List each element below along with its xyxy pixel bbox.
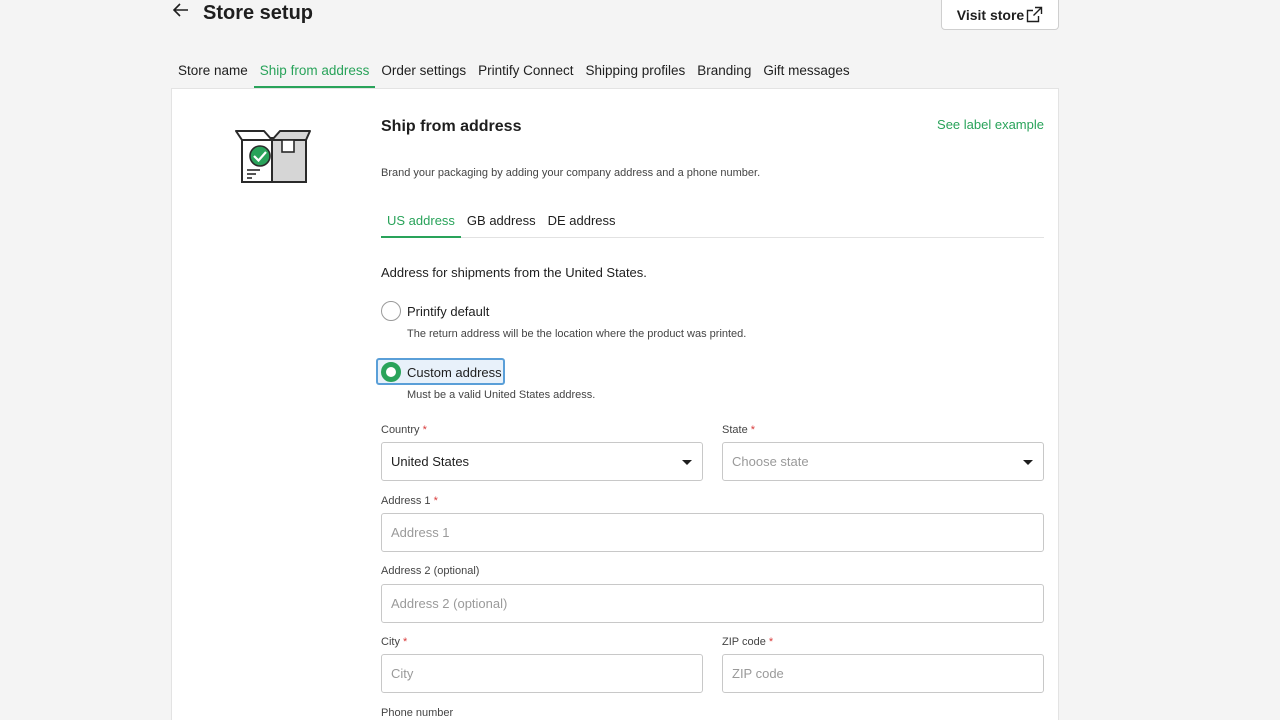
printify-default-option[interactable]: Printify default: [381, 301, 489, 321]
custom-address-radio[interactable]: [381, 362, 401, 382]
state-label: State *: [722, 424, 756, 436]
tab-shipping-profiles[interactable]: Shipping profiles: [579, 56, 691, 88]
custom-address-help: Must be a valid United States address.: [407, 389, 596, 401]
state-placeholder: Choose state: [732, 454, 809, 469]
tab-gift-messages[interactable]: Gift messages: [757, 56, 855, 88]
printify-default-radio[interactable]: [381, 301, 401, 321]
city-input[interactable]: City: [381, 654, 703, 693]
country-select[interactable]: United States: [381, 442, 703, 481]
visit-store-button[interactable]: Visit store: [941, 0, 1059, 30]
country-value: United States: [391, 454, 470, 469]
tab-de-address[interactable]: DE address: [542, 206, 622, 238]
section-title: Ship from address: [381, 118, 522, 135]
address1-label: Address 1 *: [381, 495, 438, 507]
zip-label: ZIP code *: [722, 636, 774, 648]
tab-printify-connect[interactable]: Printify Connect: [472, 56, 579, 88]
back-arrow-icon[interactable]: [172, 1, 190, 19]
tab-us-address[interactable]: US address: [381, 206, 461, 238]
package-box-icon: [235, 130, 311, 183]
tab-gb-address[interactable]: GB address: [461, 206, 542, 238]
shipments-description: Address for shipments from the United St…: [381, 265, 647, 280]
tab-branding[interactable]: Branding: [691, 56, 757, 88]
tab-ship-from-address[interactable]: Ship from address: [253, 56, 376, 88]
external-link-icon: [1027, 6, 1043, 23]
see-label-example-link[interactable]: See label example: [937, 117, 1044, 132]
country-label: Country *: [381, 424, 427, 436]
address2-label: Address 2 (optional): [381, 565, 480, 577]
tab-store-name[interactable]: Store name: [172, 56, 254, 88]
visit-store-label: Visit store: [956, 7, 1025, 23]
custom-address-option[interactable]: Custom address: [381, 362, 502, 382]
custom-address-label: Custom address: [407, 364, 502, 380]
address1-input[interactable]: Address 1: [381, 513, 1044, 552]
tab-order-settings[interactable]: Order settings: [375, 56, 472, 88]
zip-input[interactable]: ZIP code: [722, 654, 1044, 693]
chevron-down-icon: [682, 460, 692, 465]
printify-default-label: Printify default: [407, 303, 490, 319]
address-region-tabs: US address GB address DE address: [381, 206, 1044, 238]
chevron-down-icon: [1023, 460, 1033, 465]
phone-label: Phone number: [381, 707, 454, 719]
section-description: Brand your packaging by adding your comp…: [381, 167, 761, 179]
page-title: Store setup: [203, 2, 314, 24]
city-label: City *: [381, 636, 408, 648]
printify-default-help: The return address will be the location …: [407, 328, 747, 340]
state-select[interactable]: Choose state: [722, 442, 1044, 481]
store-setup-tabs: Store name Ship from address Order setti…: [172, 56, 856, 88]
address2-input[interactable]: Address 2 (optional): [381, 584, 1044, 623]
